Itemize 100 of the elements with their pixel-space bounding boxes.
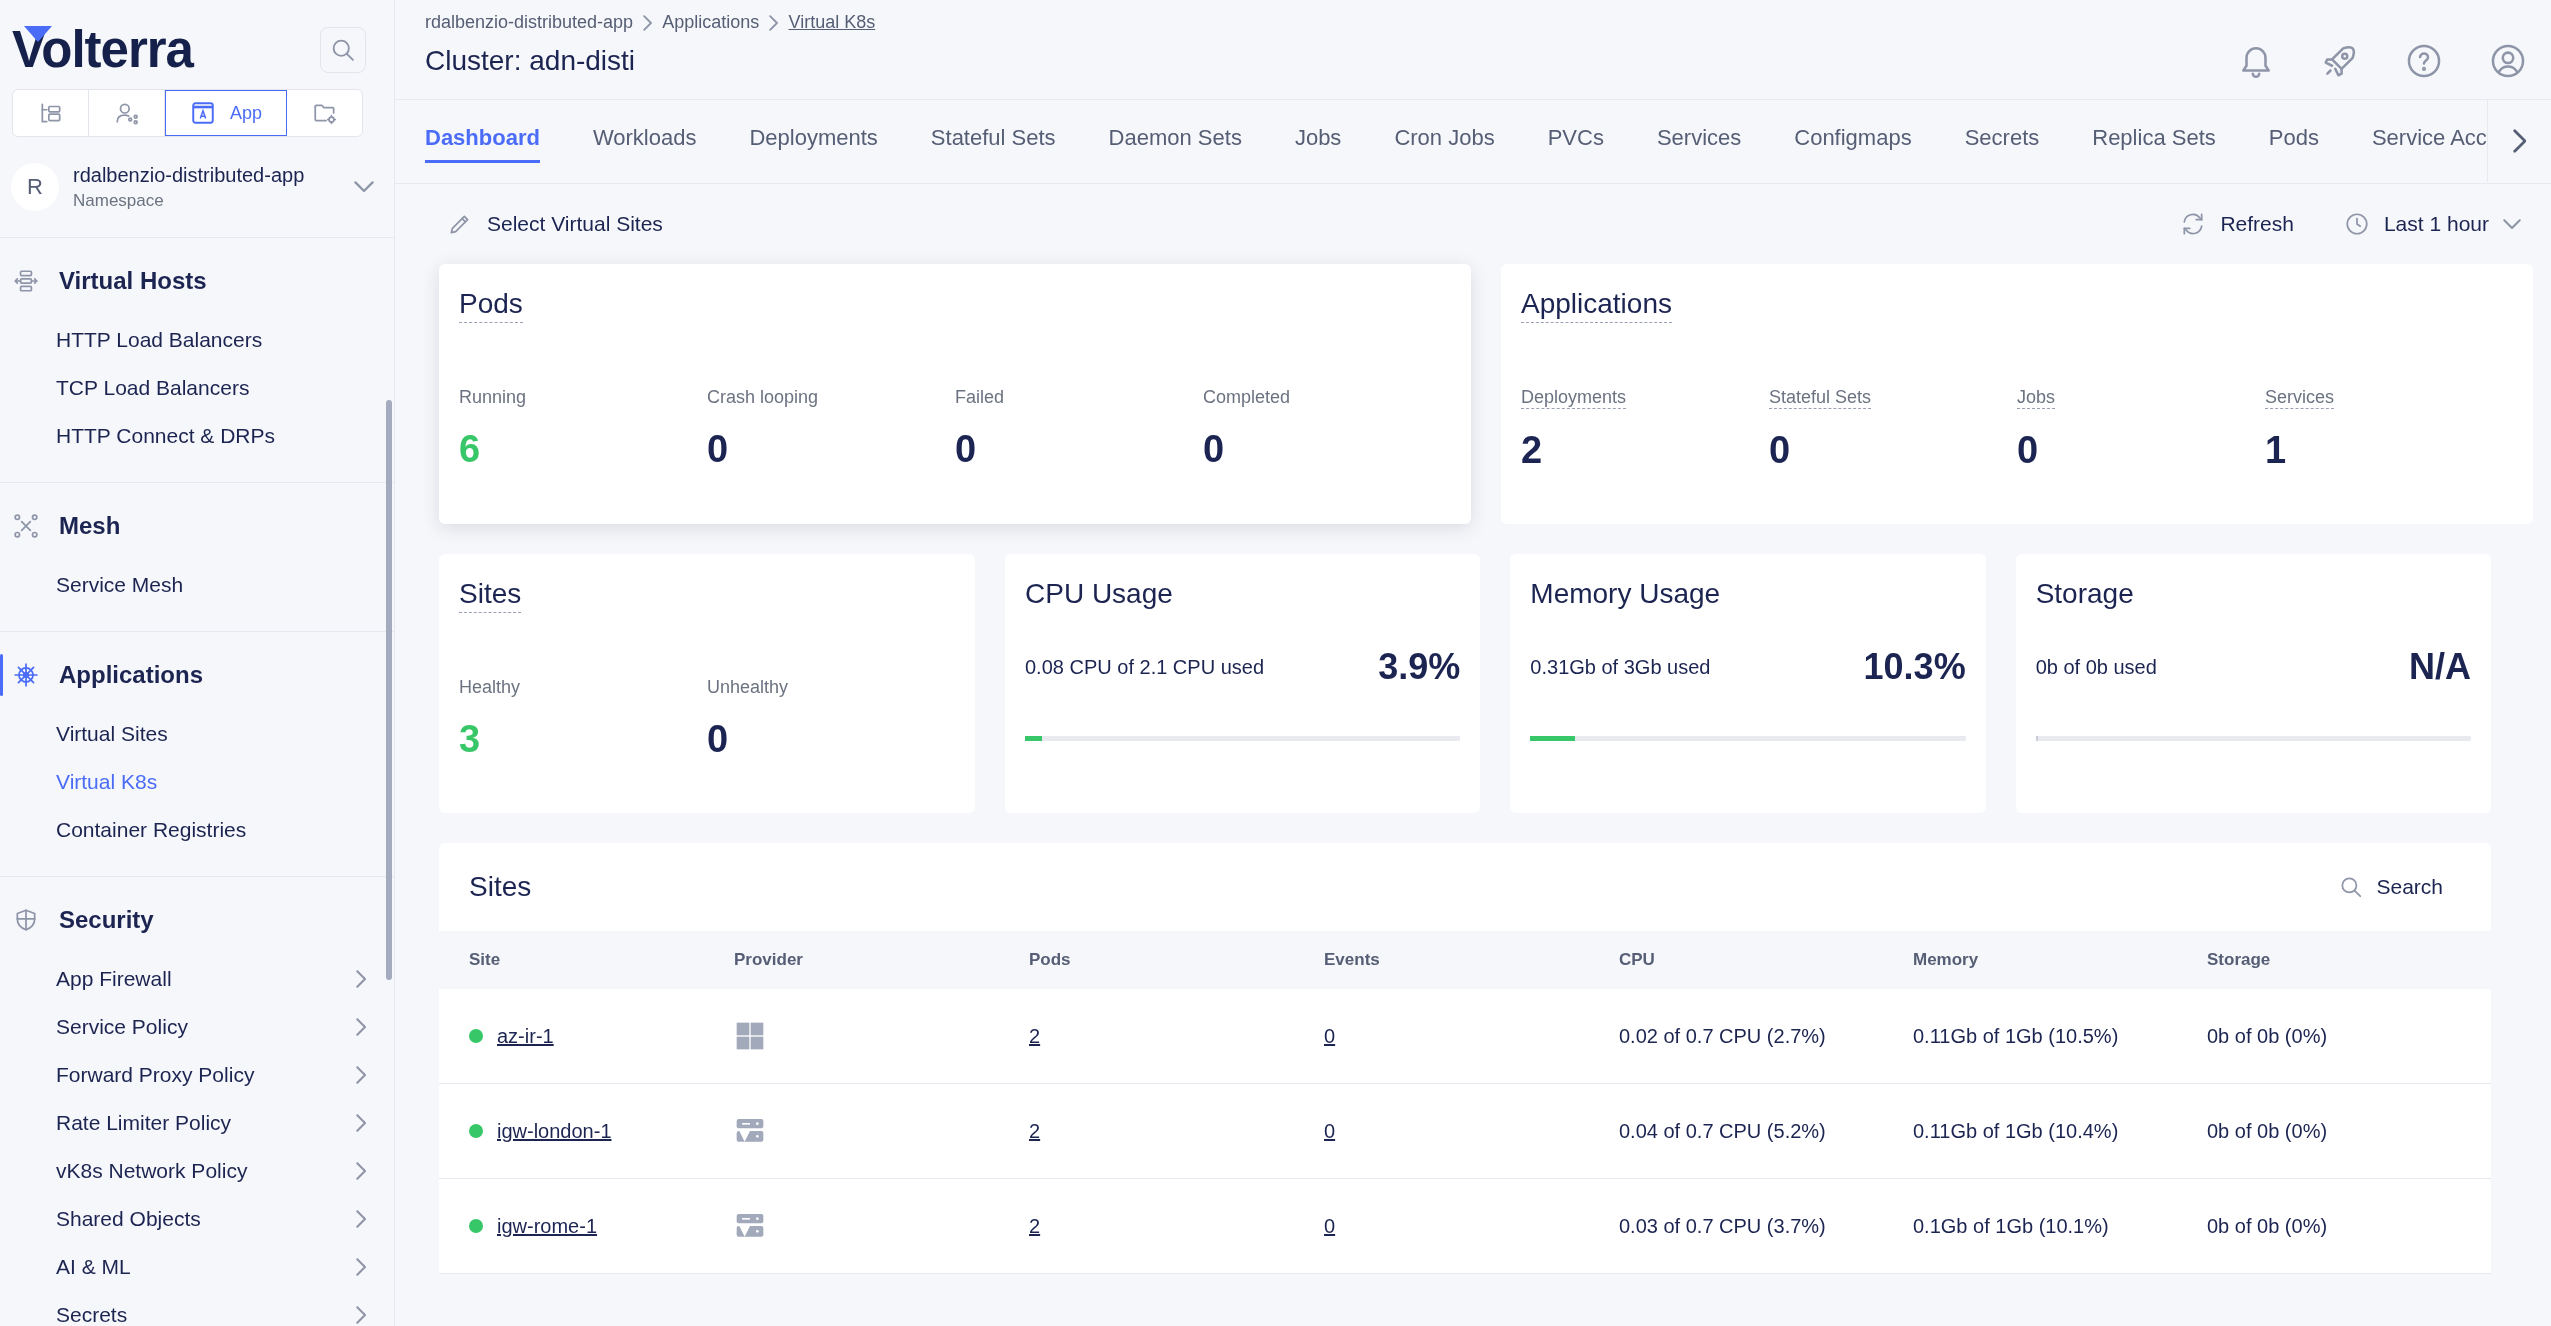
- column-header[interactable]: Storage: [2207, 931, 2491, 989]
- nav-item[interactable]: AI & ML: [0, 1243, 394, 1291]
- tab[interactable]: Secrets: [1964, 120, 2040, 163]
- stat-value: 1: [2265, 429, 2288, 472]
- section-heading[interactable]: Virtual Hosts: [59, 267, 207, 295]
- stat-value: 0: [2017, 429, 2040, 472]
- usage-text: 0b of 0b used: [2035, 655, 2157, 679]
- scrollbar[interactable]: [386, 400, 392, 980]
- chevron-down-icon[interactable]: [354, 181, 374, 193]
- tab[interactable]: Replica Sets: [2092, 120, 2216, 163]
- chevron-right-icon: [643, 14, 653, 31]
- table-cell: 0b of 0b (0%): [2207, 1024, 2328, 1048]
- section-heading[interactable]: Security: [59, 906, 154, 934]
- breadcrumb-link[interactable]: Virtual K8s: [788, 12, 876, 33]
- tab[interactable]: Pods: [2268, 120, 2319, 163]
- column-header[interactable]: Site: [439, 931, 734, 989]
- mesh-icon: [13, 513, 39, 539]
- nav-item[interactable]: Virtual Sites: [0, 710, 394, 758]
- nav-item[interactable]: Secrets: [0, 1291, 394, 1326]
- stat-link[interactable]: Stateful Sets: [1769, 387, 1872, 409]
- nav-item[interactable]: Rate Limiter Policy: [0, 1099, 394, 1147]
- nav-item[interactable]: Service Mesh: [0, 561, 394, 609]
- chevron-right-icon: [355, 1258, 366, 1276]
- stat-value: 0: [707, 428, 730, 471]
- tab[interactable]: Daemon Sets: [1108, 120, 1242, 163]
- chevron-right-icon: [355, 1114, 366, 1132]
- column-header[interactable]: Provider: [734, 931, 1029, 989]
- tab[interactable]: Stateful Sets: [930, 120, 1056, 163]
- tab[interactable]: Dashboard: [425, 120, 540, 163]
- events-link[interactable]: 0: [1324, 1024, 1336, 1048]
- time-range-dropdown[interactable]: Last 1 hour: [2343, 211, 2521, 237]
- column-header[interactable]: CPU: [1619, 931, 1913, 989]
- column-header[interactable]: Events: [1324, 931, 1619, 989]
- page-title: Cluster: adn-disti: [425, 45, 637, 77]
- mode-tab[interactable]: App: [165, 90, 287, 136]
- tab[interactable]: Workloads: [592, 120, 697, 163]
- tab[interactable]: PVCs: [1547, 120, 1604, 163]
- nav-item[interactable]: App Firewall: [0, 955, 394, 1003]
- nav-item[interactable]: HTTP Connect & DRPs: [0, 412, 394, 460]
- stat-value: 2: [1521, 429, 1544, 472]
- app-icon: [190, 100, 216, 126]
- events-link[interactable]: 0: [1324, 1214, 1336, 1238]
- section-heading[interactable]: Applications: [59, 661, 203, 689]
- column-header[interactable]: Memory: [1913, 931, 2207, 989]
- table-cell: 0.11Gb of 1Gb (10.4%): [1913, 1119, 2119, 1143]
- chevron-right-icon: [769, 14, 779, 31]
- table-cell: 0.11Gb of 1Gb (10.5%): [1913, 1024, 2119, 1048]
- table-cell: 0.03 of 0.7 CPU (3.7%): [1619, 1214, 1826, 1238]
- chevron-right-icon: [2512, 129, 2527, 153]
- stat-link[interactable]: Deployments: [1521, 387, 1627, 409]
- site-link[interactable]: igw-london-1: [497, 1119, 612, 1143]
- stat-link[interactable]: Services: [2265, 387, 2335, 409]
- usage-percent: 10.3%: [1863, 646, 1966, 688]
- chevron-down-icon: [2503, 218, 2521, 230]
- server-stack-icon: [13, 268, 39, 294]
- section-heading[interactable]: Mesh: [59, 512, 121, 540]
- search-button[interactable]: Search: [2338, 874, 2443, 900]
- site-link[interactable]: az-ir-1: [497, 1024, 554, 1048]
- nav-item[interactable]: Forward Proxy Policy: [0, 1051, 394, 1099]
- card-title[interactable]: Applications: [1521, 288, 1672, 323]
- chevron-right-icon: [355, 1162, 366, 1180]
- tab[interactable]: Services: [1656, 120, 1742, 163]
- pods-link[interactable]: 2: [1029, 1119, 1041, 1143]
- nav-item[interactable]: Shared Objects: [0, 1195, 394, 1243]
- card-title[interactable]: Sites: [459, 578, 522, 613]
- tab[interactable]: Configmaps: [1794, 120, 1912, 163]
- helm-wheel-icon: [13, 662, 39, 688]
- card-title: Memory Usage: [1530, 578, 1722, 610]
- nav-item[interactable]: vK8s Network Policy: [0, 1147, 394, 1195]
- nav-item[interactable]: TCP Load Balancers: [0, 364, 394, 412]
- table-cell: 0b of 0b (0%): [2207, 1119, 2328, 1143]
- table-cell: 0.04 of 0.7 CPU (5.2%): [1619, 1119, 1826, 1143]
- tab[interactable]: Cron Jobs: [1394, 120, 1495, 163]
- clock-icon: [2343, 211, 2370, 237]
- stat-value: 0: [955, 428, 978, 471]
- nav-item[interactable]: Virtual K8s: [0, 758, 394, 806]
- usage-percent: N/A: [2409, 646, 2471, 688]
- nav-item[interactable]: Service Policy: [0, 1003, 394, 1051]
- select-sites-button[interactable]: Select Virtual Sites: [447, 211, 663, 237]
- breadcrumb-link[interactable]: rdalbenzio-distributed-app: [425, 12, 634, 33]
- breadcrumb-link[interactable]: Applications: [662, 12, 760, 33]
- refresh-button[interactable]: Refresh: [2180, 211, 2294, 237]
- tab[interactable]: Service Acc: [2371, 120, 2487, 163]
- stat-link[interactable]: Jobs: [2017, 387, 2056, 409]
- site-link[interactable]: igw-rome-1: [497, 1214, 598, 1238]
- stat-label: Failed: [955, 387, 1005, 408]
- namespace-name[interactable]: rdalbenzio-distributed-app: [73, 163, 340, 187]
- column-header[interactable]: Pods: [1029, 931, 1324, 989]
- chevron-right-icon: [355, 1018, 366, 1036]
- events-link[interactable]: 0: [1324, 1119, 1336, 1143]
- nav-item[interactable]: HTTP Load Balancers: [0, 316, 394, 364]
- pods-link[interactable]: 2: [1029, 1214, 1041, 1238]
- stat-value: 6: [459, 428, 482, 471]
- tab[interactable]: Jobs: [1294, 120, 1342, 163]
- stat-value: 3: [459, 718, 482, 761]
- nav-item[interactable]: Container Registries: [0, 806, 394, 854]
- search-button[interactable]: [320, 26, 366, 73]
- pods-link[interactable]: 2: [1029, 1024, 1041, 1048]
- card-title[interactable]: Pods: [459, 288, 523, 323]
- tab[interactable]: Deployments: [749, 120, 878, 163]
